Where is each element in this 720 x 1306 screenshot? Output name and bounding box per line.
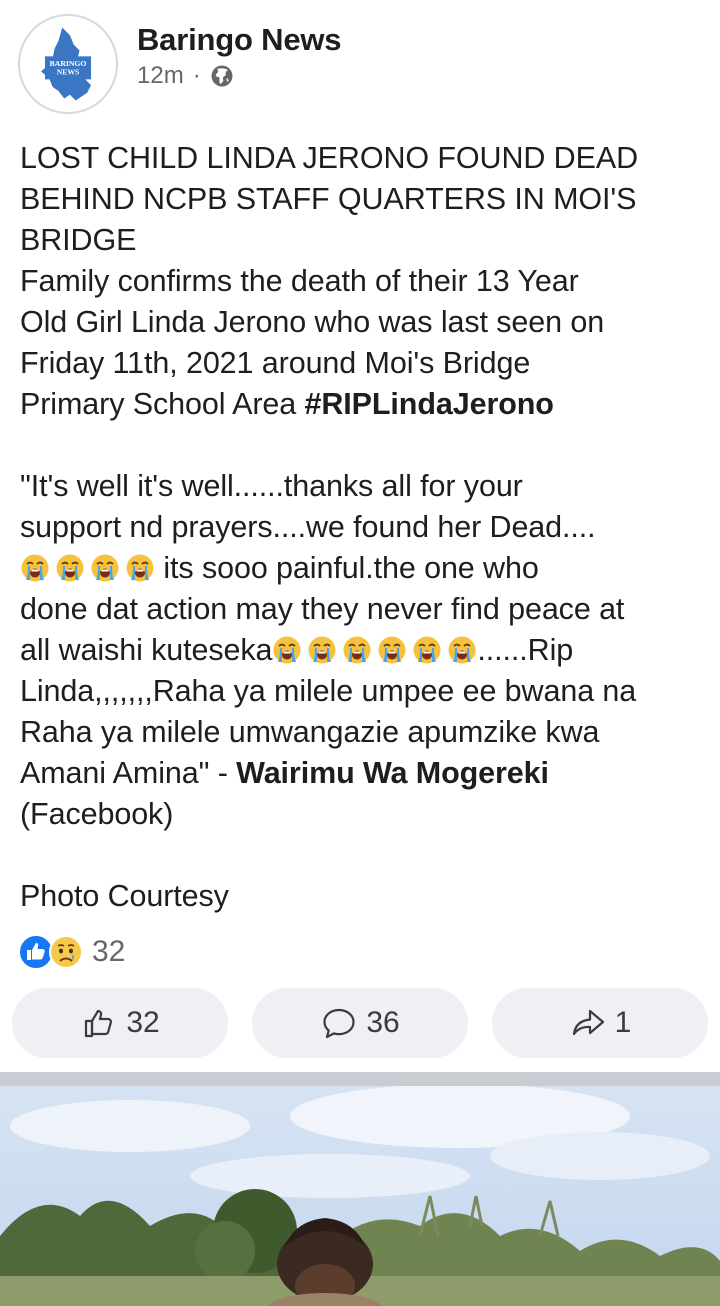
- quote-line: its sooo painful.the one who: [20, 548, 710, 589]
- share-arrow-icon: [572, 1009, 604, 1036]
- emoji-group: [272, 635, 477, 665]
- reaction-count: 32: [92, 935, 126, 968]
- meta-separator: ·: [192, 62, 201, 89]
- page-name[interactable]: Baringo News: [137, 22, 342, 58]
- svg-text:NEWS: NEWS: [57, 68, 80, 77]
- quote-line: Raha ya milele umwangazie apumzike kwa: [20, 715, 600, 749]
- share-count: 1: [614, 1006, 632, 1039]
- loudly-crying-face-icon: [20, 553, 50, 583]
- author-link[interactable]: Wairimu Wa Mogereki: [236, 756, 549, 790]
- like-count: 32: [126, 1006, 160, 1039]
- emoji-group: [20, 553, 155, 583]
- quote-text-span: Amani Amina" -: [20, 756, 237, 790]
- svg-text:BARINGO: BARINGO: [50, 59, 87, 68]
- thumbs-up-icon: [85, 1009, 113, 1038]
- quote-text-span: ......Rip: [477, 633, 574, 667]
- quote-text-span: all waishi kuteseka: [20, 633, 273, 667]
- headline-line: BEHIND NCPB STAFF QUARTERS IN MOI'S: [20, 182, 637, 216]
- loudly-crying-face-icon: [447, 635, 477, 665]
- sad-reaction-icon: [48, 934, 84, 970]
- quote-text-span: its sooo painful.the one who: [155, 551, 539, 585]
- comment-bubble-icon: [323, 1008, 355, 1039]
- headline-line: LOST CHILD LINDA JERONO FOUND DEAD: [20, 141, 639, 175]
- body-text-span: Primary School Area: [20, 387, 305, 421]
- feed-divider: [0, 1072, 720, 1086]
- comment-count: 36: [366, 1006, 400, 1039]
- body-line: Family confirms the death of their 13 Ye…: [20, 264, 579, 298]
- source-line: (Facebook): [20, 797, 174, 831]
- post-time[interactable]: 12m: [137, 62, 184, 90]
- page-avatar[interactable]: BARINGO NEWS: [18, 14, 118, 114]
- loudly-crying-face-icon: [90, 553, 120, 583]
- photo-credit: Photo Courtesy: [20, 879, 229, 913]
- headline-line: BRIDGE: [20, 223, 137, 257]
- quote-line: support nd prayers....we found her Dead.…: [20, 510, 596, 544]
- body-line: Friday 11th, 2021 around Moi's Bridge: [20, 346, 531, 380]
- like-button[interactable]: 32: [12, 988, 228, 1058]
- post-photo[interactable]: [0, 1086, 720, 1306]
- post-card: BARINGO NEWS Baringo News 12m · LOST CHI…: [0, 0, 720, 1072]
- quote-line: Amani Amina" - Wairimu Wa Mogereki: [20, 753, 710, 794]
- reaction-summary[interactable]: 32: [18, 934, 125, 970]
- quote-line: "It's well it's well......thanks all for…: [20, 469, 523, 503]
- quote-line: all waishi kuteseka ......Rip: [20, 630, 710, 671]
- baringo-map-logo: BARINGO NEWS: [41, 27, 92, 101]
- globe-icon: [210, 64, 234, 88]
- outdoor-photo: [0, 1086, 720, 1306]
- quote-line: Linda,,,,,,,Raha ya milele umpee ee bwan…: [20, 674, 637, 708]
- share-button[interactable]: 1: [492, 988, 708, 1058]
- comment-button[interactable]: 36: [252, 988, 468, 1058]
- post-body: LOST CHILD LINDA JERONO FOUND DEAD BEHIN…: [20, 138, 710, 917]
- post-meta: 12m ·: [137, 62, 234, 90]
- body-line: Old Girl Linda Jerono who was last seen …: [20, 305, 605, 339]
- loudly-crying-face-icon: [55, 553, 85, 583]
- hashtag-link[interactable]: #RIPLindaJerono: [304, 387, 553, 421]
- loudly-crying-face-icon: [377, 635, 407, 665]
- loudly-crying-face-icon: [307, 635, 337, 665]
- loudly-crying-face-icon: [272, 635, 302, 665]
- loudly-crying-face-icon: [125, 553, 155, 583]
- quote-line: done dat action may they never find peac…: [20, 592, 625, 626]
- body-line: Primary School Area #RIPLindaJerono: [20, 384, 710, 425]
- loudly-crying-face-icon: [412, 635, 442, 665]
- loudly-crying-face-icon: [342, 635, 372, 665]
